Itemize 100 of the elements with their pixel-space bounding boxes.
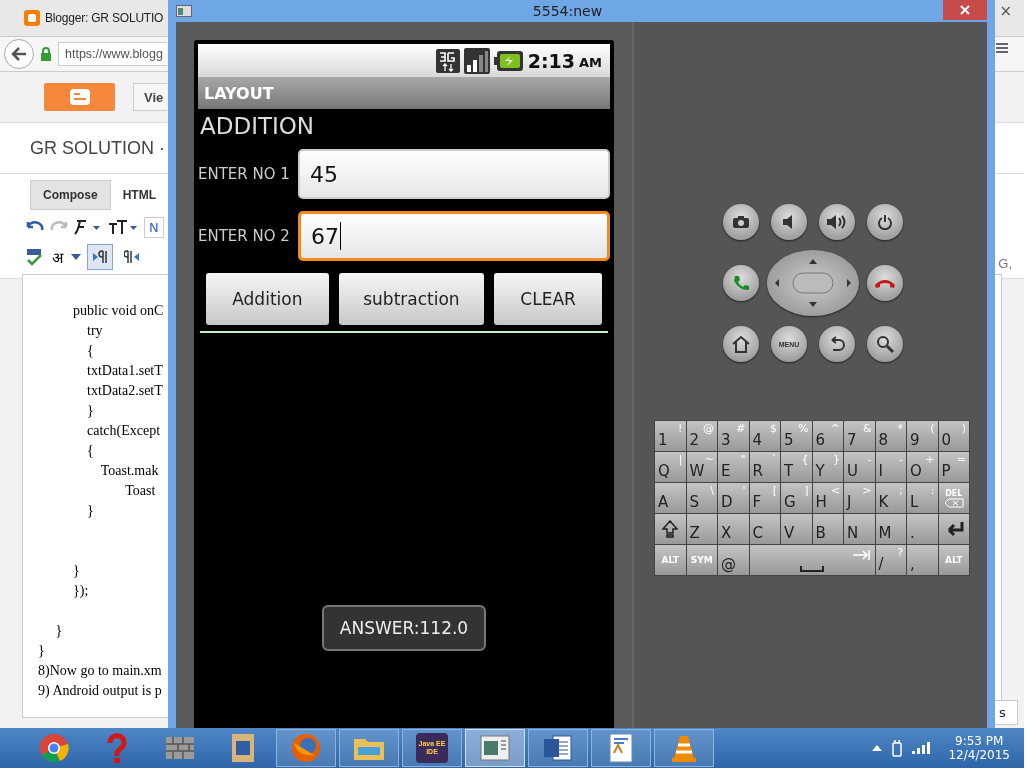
app-window-icon <box>176 5 192 17</box>
keyboard-key[interactable]: , <box>907 545 938 575</box>
action-button[interactable]: CLEAR <box>494 273 602 325</box>
hardware-button[interactable] <box>771 204 807 240</box>
close-button[interactable] <box>943 0 987 20</box>
keyboard-key[interactable]: / ? <box>875 545 906 575</box>
hardware-button[interactable] <box>723 265 759 301</box>
keyboard-key[interactable]: 7 & <box>844 421 875 451</box>
keyboard-key[interactable]: X <box>718 514 749 544</box>
window-title: 5554:new <box>532 3 603 19</box>
keyboard-key[interactable]: O + <box>907 452 938 482</box>
hardware-button[interactable] <box>819 326 855 362</box>
keyboard-key[interactable]: N <box>844 514 875 544</box>
taskbar-button[interactable] <box>528 729 588 767</box>
close-icon[interactable]: × <box>999 2 1012 20</box>
left-to-right-button[interactable] <box>87 244 113 270</box>
hardware-button[interactable] <box>723 204 759 240</box>
keyboard-key[interactable]: V <box>781 514 812 544</box>
code-line: } <box>86 502 94 520</box>
menu-icon <box>996 42 1008 54</box>
hardware-button[interactable] <box>819 204 855 240</box>
clock-time: 2:13 <box>527 49 575 72</box>
code-line: txtData2.setT <box>86 382 163 400</box>
keyboard-key[interactable]: Z <box>686 514 717 544</box>
clock-period: AM <box>579 55 602 70</box>
document-icon <box>608 733 634 763</box>
hardware-button[interactable] <box>867 265 903 301</box>
shift-key[interactable] <box>655 514 686 544</box>
tab-title[interactable]: Blogger: GR SOLUTIO <box>45 11 164 25</box>
text-size-icon <box>108 218 138 236</box>
keyboard-key[interactable]: J > <box>844 483 875 513</box>
keyboard-key[interactable]: P = <box>938 452 969 482</box>
keyboard-key[interactable]: 9 ( <box>907 421 938 451</box>
editor-tab[interactable]: HTML <box>110 180 168 210</box>
editor-tab[interactable]: Compose <box>30 180 111 210</box>
battery-charging-icon <box>493 49 524 72</box>
keyboard-key[interactable]: A <box>655 483 686 513</box>
hardware-button[interactable] <box>867 326 903 362</box>
blog-title: GR SOLUTION · <box>30 137 165 159</box>
code-line: try <box>86 322 103 340</box>
keyboard-key[interactable]: D ' <box>718 483 749 513</box>
font-field[interactable]: N <box>144 216 164 238</box>
keyboard-key[interactable]: B <box>812 514 843 544</box>
address-field[interactable]: https://www.blogg <box>58 42 167 66</box>
keyboard-key[interactable]: 2 @ <box>686 421 717 451</box>
hardware-button[interactable] <box>867 204 903 240</box>
spellcheck-icon <box>26 248 44 266</box>
keyboard-key[interactable]: E " <box>718 452 749 482</box>
keyboard-key[interactable]: 8 * <box>875 421 906 451</box>
keyboard-key[interactable]: . <box>907 514 938 544</box>
taskbar-button[interactable] <box>591 729 651 767</box>
keyboard-key[interactable]: Y } <box>812 452 843 482</box>
field-label: ENTER NO 2 <box>198 227 291 245</box>
power-plug-icon <box>890 739 905 757</box>
signal-bars-icon <box>912 742 931 754</box>
keyboard-key[interactable]: S \ <box>686 483 717 513</box>
keyboard-key[interactable]: I - <box>875 452 906 482</box>
phone-hangup-icon <box>874 278 896 288</box>
taskbar-button[interactable] <box>465 729 525 767</box>
keyboard-key[interactable]: H < <box>812 483 843 513</box>
number-field[interactable]: 67 <box>298 211 610 261</box>
back-arrow-icon <box>11 47 27 61</box>
keyboard-key[interactable]: L : <box>907 483 938 513</box>
keyboard-key[interactable]: K ; <box>875 483 906 513</box>
popup-text: s <box>994 700 1018 725</box>
keyboard-key[interactable]: R ` <box>749 452 780 482</box>
keyboard-key[interactable]: 3 # <box>718 421 749 451</box>
blogger-logo-icon <box>68 88 91 106</box>
code-line: Toast <box>124 482 156 500</box>
keyboard-key[interactable]: F [ <box>749 483 780 513</box>
enter-key[interactable] <box>938 514 969 544</box>
keyboard-key[interactable]: 4 $ <box>749 421 780 451</box>
keyboard-key[interactable]: T { <box>781 452 812 482</box>
keyboard-key[interactable]: G ] <box>781 483 812 513</box>
taskbar-button[interactable] <box>654 729 714 767</box>
code-line: } <box>38 642 45 660</box>
space-key[interactable] <box>749 545 875 575</box>
view-button[interactable]: Vie <box>133 83 167 111</box>
keyboard-key[interactable]: Q | <box>655 452 686 482</box>
keyboard-key[interactable]: @ <box>718 545 749 575</box>
back-button[interactable] <box>4 39 34 69</box>
keyboard-key[interactable]: M <box>875 514 906 544</box>
code-line: 9) Android output is p <box>38 682 162 700</box>
keyboard-key[interactable]: C <box>749 514 780 544</box>
space-bar-icon <box>800 566 824 572</box>
keyboard-key[interactable]: 0 ) <box>938 421 969 451</box>
action-button[interactable]: Addition <box>206 273 329 325</box>
number-field[interactable]: 45 <box>298 149 610 199</box>
keyboard-key[interactable]: 6 ^ <box>812 421 843 451</box>
paragraph-ltr-icon <box>92 250 108 264</box>
hardware-button[interactable] <box>723 326 759 362</box>
script-button[interactable]: अ <box>50 247 65 267</box>
signal-icon <box>463 47 490 74</box>
keyboard-key[interactable]: 5 % <box>781 421 812 451</box>
chrome-icon <box>39 733 69 763</box>
keyboard-key[interactable]: 1 ! <box>655 421 686 451</box>
action-button[interactable]: subtraction <box>338 273 485 325</box>
keyboard-key[interactable]: W ~ <box>686 452 717 482</box>
clock-time: 9:53 PM <box>955 734 1004 748</box>
keyboard-key[interactable]: U - <box>844 452 875 482</box>
